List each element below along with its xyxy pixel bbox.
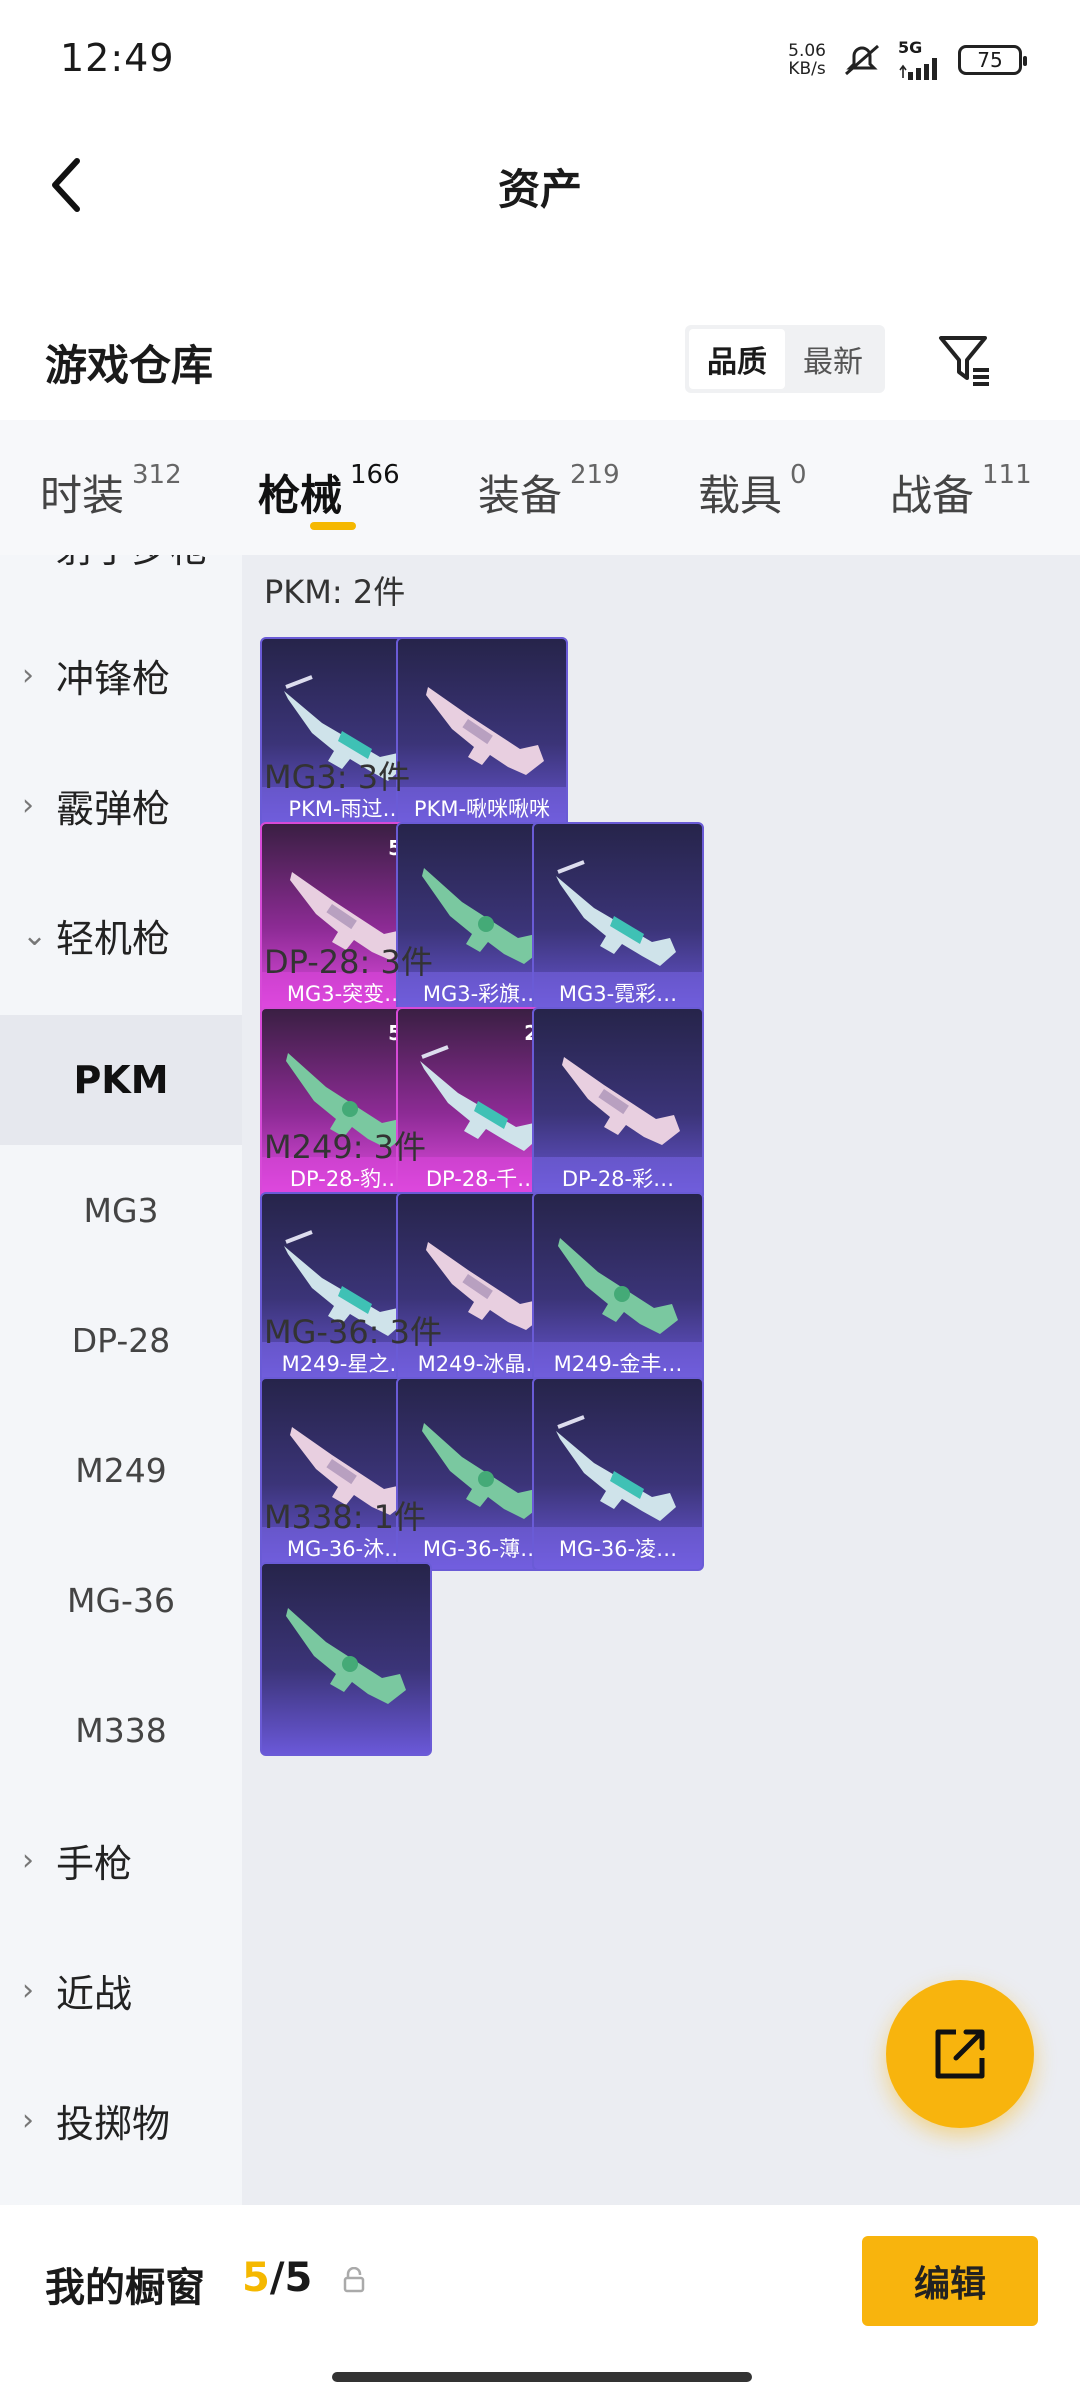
page-title: 资产 xyxy=(497,165,582,214)
tab-firearms[interactable]: 枪械 166 xyxy=(258,460,400,523)
sidebar-item-smg[interactable]: › 冲锋枪 xyxy=(0,610,242,740)
weapon-image xyxy=(558,1238,678,1334)
tab-count: 0 xyxy=(790,460,807,490)
battery-icon: 75 xyxy=(958,45,1027,75)
showcase-bar: 我的橱窗 5/5 编辑 xyxy=(0,2205,1080,2355)
tab-label: 时装 xyxy=(40,471,125,520)
battery-level: 75 xyxy=(977,48,1003,72)
tab-label: 战备 xyxy=(890,471,975,520)
tab-gear[interactable]: 战备 111 xyxy=(890,460,1032,523)
weapon-card[interactable]: MG3-霓彩… xyxy=(532,822,704,1016)
weapon-group-label: M338: 1件 xyxy=(264,1498,427,1536)
active-tab-indicator xyxy=(310,522,356,530)
tab-label: 装备 xyxy=(478,471,563,520)
chevron-right-icon: › xyxy=(22,1842,34,1878)
showcase-separator: / xyxy=(269,2255,285,2301)
weapon-card[interactable] xyxy=(260,1562,432,1756)
chevron-right-icon: › xyxy=(22,787,34,823)
weapon-group-label: PKM: 2件 xyxy=(264,573,406,611)
tab-count: 219 xyxy=(570,460,620,490)
sidebar-sub-dp28[interactable]: DP-28 xyxy=(0,1275,242,1405)
status-time: 12:49 xyxy=(60,36,175,80)
weapon-group-label: MG-36: 3件 xyxy=(264,1313,442,1351)
sort-newest-button[interactable]: 最新 xyxy=(785,329,881,389)
tab-count: 166 xyxy=(350,460,400,490)
sidebar-item-marksman-rifle[interactable]: › 射手步枪 xyxy=(0,555,242,610)
sidebar-item-throwables[interactable]: › 投掷物 xyxy=(0,2055,242,2185)
weapon-image xyxy=(562,1057,680,1145)
filter-icon xyxy=(939,336,989,386)
showcase-count: 5/5 xyxy=(242,2255,312,2301)
weapon-image xyxy=(426,687,544,775)
sidebar-item-label: 手枪 xyxy=(56,1841,133,1886)
sidebar-item-pistol[interactable]: › 手枪 xyxy=(0,1795,242,1925)
weapon-card[interactable]: M249-金丰… xyxy=(532,1192,704,1386)
tab-label: 载具 xyxy=(698,471,783,520)
sidebar-sub-m249[interactable]: M249 xyxy=(0,1405,242,1535)
top-nav: 资产 xyxy=(0,130,1080,240)
weapon-image xyxy=(556,1415,676,1521)
tab-label: 枪械 xyxy=(258,471,343,520)
chevron-right-icon: › xyxy=(22,2102,34,2138)
weapon-image xyxy=(556,860,676,966)
showcase-current: 5 xyxy=(242,2255,270,2301)
sidebar-item-melee[interactable]: › 近战 xyxy=(0,1925,242,2055)
sidebar-item-lmg[interactable]: ⌄ 轻机枪 xyxy=(0,870,242,1000)
weapon-category-sidebar: › 射手步枪 › 冲锋枪 › 霰弹枪 ⌄ 轻机枪 PKM MG3 DP-28 M… xyxy=(0,555,242,2205)
chevron-right-icon: › xyxy=(22,555,44,563)
showcase-total: 5 xyxy=(284,2255,313,2301)
category-tabs: 时装 312 枪械 166 装备 219 载具 0 战备 111 xyxy=(0,420,1080,555)
sidebar-item-shotgun[interactable]: › 霰弹枪 xyxy=(0,740,242,870)
share-fab-button[interactable] xyxy=(886,1980,1034,2128)
weapon-group-label: M249: 3件 xyxy=(264,1128,427,1166)
sidebar-sub-pkm[interactable]: PKM xyxy=(0,1015,242,1145)
sort-quality-button[interactable]: 品质 xyxy=(689,329,785,389)
sidebar-sub-m338[interactable]: M338 xyxy=(0,1665,242,1795)
edit-button[interactable]: 编辑 xyxy=(862,2236,1038,2326)
signal-icon: 5G xyxy=(898,40,944,80)
home-indicator[interactable] xyxy=(332,2372,752,2382)
weapon-grid: PKM: 2件PKM-雨过…PKM-啾咪啾咪MG3: 3件5级MG3-突变…MG… xyxy=(242,555,1080,2205)
sidebar-item-label: 冲锋枪 xyxy=(56,656,171,701)
network-type: 5G xyxy=(898,38,923,57)
weapon-card[interactable]: DP-28-彩… xyxy=(532,1007,704,1201)
sidebar-sub-mg36[interactable]: MG-36 xyxy=(0,1535,242,1665)
status-bar: 12:49 5.06 KB/s 5G 75 xyxy=(0,0,1080,110)
lock-icon xyxy=(343,2267,365,2293)
weapon-card[interactable]: PKM-啾咪啾咪 xyxy=(396,637,568,831)
chevron-down-icon: ⌄ xyxy=(22,917,48,953)
chevron-right-icon: › xyxy=(22,657,34,693)
sort-toggle: 品质 最新 xyxy=(685,325,885,393)
warehouse-header: 游戏仓库 品质 最新 xyxy=(0,310,1080,410)
weapon-card[interactable]: MG-36-凌… xyxy=(532,1377,704,1571)
tab-count: 111 xyxy=(982,460,1032,490)
net-speed-unit: KB/s xyxy=(788,59,826,79)
weapon-image xyxy=(286,1608,406,1704)
filter-button[interactable] xyxy=(930,325,1000,395)
warehouse-title: 游戏仓库 xyxy=(45,341,214,390)
status-icons: 5.06 KB/s 5G 75 xyxy=(788,38,1027,82)
share-external-icon xyxy=(935,2029,985,2079)
tab-equipment[interactable]: 装备 219 xyxy=(478,460,620,523)
mute-icon xyxy=(840,40,884,80)
net-speed: 5.06 KB/s xyxy=(788,42,826,78)
weapon-name: MG-36-凌… xyxy=(534,1527,702,1569)
sidebar-sub-mg3[interactable]: MG3 xyxy=(0,1145,242,1275)
tab-count: 312 xyxy=(132,460,182,490)
sidebar-item-label: 射手步枪 xyxy=(56,555,208,573)
weapon-group-label: MG3: 3件 xyxy=(264,758,411,796)
sidebar-item-label: 投掷物 xyxy=(56,2101,171,2146)
tab-vehicles[interactable]: 载具 0 xyxy=(698,460,807,523)
tab-fashion[interactable]: 时装 312 xyxy=(40,460,182,523)
net-speed-value: 5.06 xyxy=(788,41,826,61)
chevron-right-icon: › xyxy=(22,1972,34,2008)
sidebar-item-label: 近战 xyxy=(56,1971,133,2016)
showcase-label: 我的橱窗 xyxy=(45,2265,205,2311)
sidebar-item-label: 霰弹枪 xyxy=(56,786,171,831)
weapon-group-label: DP-28: 3件 xyxy=(264,943,433,981)
sidebar-item-label: 轻机枪 xyxy=(56,916,171,961)
